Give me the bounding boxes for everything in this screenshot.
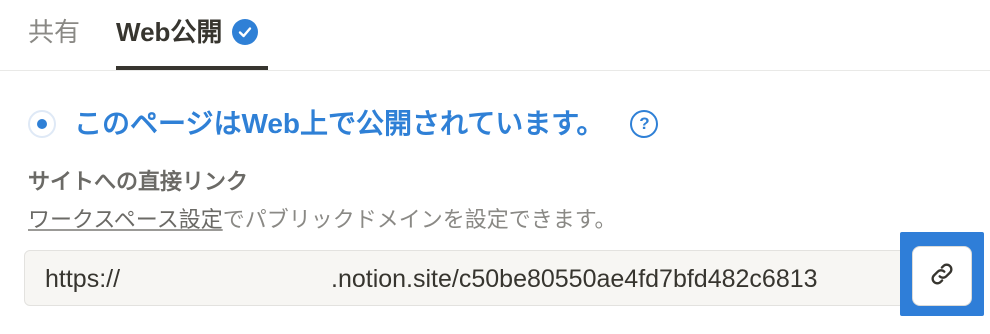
tab-bar: 共有 Web公開 xyxy=(0,0,990,71)
publish-status-text: このページはWeb上で公開されています。 xyxy=(74,108,605,139)
checkmark-icon xyxy=(232,19,259,45)
tab-share[interactable]: 共有 xyxy=(28,16,80,48)
url-prefix: https:// xyxy=(45,265,121,293)
publish-status: このページはWeb上で公開されています。 ? xyxy=(28,104,659,144)
url-suffix: .notion.site/c50be80550ae4fd7bfd482c6813 xyxy=(331,265,818,293)
status-dot-icon xyxy=(28,110,56,138)
active-tab-indicator xyxy=(116,66,268,70)
workspace-settings-link[interactable]: ワークスペース設定 xyxy=(28,207,223,232)
tab-web-publish-label: Web公開 xyxy=(116,17,223,47)
url-field[interactable]: https:// .notion.site/c50be80550ae4fd7bf… xyxy=(24,250,982,306)
tab-share-label: 共有 xyxy=(28,17,81,47)
question-circle-icon[interactable]: ? xyxy=(630,110,659,138)
tab-web-publish[interactable]: Web公開 xyxy=(116,16,259,48)
direct-link-hint: ワークスペース設定でパブリックドメインを設定できます。 xyxy=(28,206,617,234)
link-icon xyxy=(928,260,956,293)
copy-link-button[interactable] xyxy=(912,246,972,306)
direct-link-hint-text: でパブリックドメインを設定できます。 xyxy=(222,207,617,232)
direct-link-heading: サイトへの直接リンク xyxy=(28,169,249,194)
